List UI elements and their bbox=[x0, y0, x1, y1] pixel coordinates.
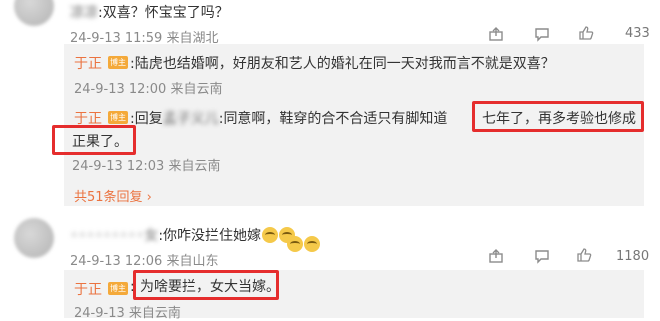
like-count: 433 bbox=[625, 26, 650, 41]
location: 来自云南 bbox=[168, 159, 221, 174]
reply-to-username[interactable]: 孟子义儿 bbox=[163, 111, 219, 127]
emoji-icon bbox=[262, 227, 279, 243]
emoji-icon bbox=[287, 236, 303, 252]
comment-icon[interactable] bbox=[534, 248, 550, 268]
like-icon[interactable] bbox=[578, 25, 594, 45]
reply-meta: 24-9-13 12:03 来自云南 bbox=[72, 155, 221, 174]
highlight-text-2: 正果了。 bbox=[72, 134, 128, 150]
verified-badge: 博主 bbox=[108, 111, 128, 124]
timestamp: 24-9-13 12:03 bbox=[72, 159, 165, 174]
comment-text: ◦◦◦◦◦◦◦◦◦女:你咋没拦住她嫁 bbox=[70, 225, 296, 245]
comment-username[interactable]: 凉凉 bbox=[70, 5, 98, 21]
location: 来自云南 bbox=[128, 306, 181, 321]
reply-body: :陆虎也结婚啊，好朋友和艺人的婚礼在同一天对我而言不就是双喜？ bbox=[130, 56, 555, 72]
reply-body: :回复孟子义儿:同意啊，鞋穿的合不合适只有脚知道 bbox=[130, 111, 448, 127]
emoji-group bbox=[286, 234, 320, 253]
timestamp: 24-9-13 12:06 bbox=[70, 254, 163, 269]
comment-body: 双喜？怀宝宝了吗？ bbox=[102, 5, 229, 21]
highlight-text-1: 七年了，再多考验也修成 bbox=[482, 111, 636, 127]
timestamp: 24-9-13 12:00 bbox=[74, 82, 167, 97]
reply-username[interactable]: 于正 bbox=[74, 282, 102, 298]
comment-text: 凉凉:双喜？怀宝宝了吗？ bbox=[70, 5, 229, 21]
comment-username[interactable]: ◦◦◦◦◦◦◦◦◦女 bbox=[70, 228, 158, 244]
chevron-right-icon: › bbox=[142, 190, 152, 205]
location: 来自山东 bbox=[166, 254, 219, 269]
reply-meta: 24-9-13 来自云南 bbox=[74, 302, 181, 321]
verified-badge: 博主 bbox=[108, 282, 128, 295]
highlight-text: 为啥要拦，女大当嫁。 bbox=[140, 279, 280, 295]
timestamp: 24-9-13 bbox=[74, 306, 125, 321]
location: 来自云南 bbox=[170, 82, 223, 97]
more-replies-link[interactable]: 共51条回复 › bbox=[74, 186, 152, 205]
reply-1: 于正 bbox=[74, 53, 102, 73]
reply-username[interactable]: 于正 bbox=[74, 56, 102, 72]
comment-body: 你咋没拦住她嫁 bbox=[163, 228, 262, 244]
reply-3: 于正 bbox=[74, 279, 102, 299]
verified-badge: 博主 bbox=[108, 56, 128, 69]
emoji-icon bbox=[304, 236, 320, 252]
like-count: 1180 bbox=[616, 249, 650, 264]
comment-meta: 24-9-13 12:06 来自山东 bbox=[70, 250, 219, 269]
avatar[interactable] bbox=[14, 218, 54, 258]
comment-icon[interactable] bbox=[534, 26, 550, 46]
share-icon[interactable] bbox=[488, 248, 504, 268]
share-icon[interactable] bbox=[488, 26, 504, 46]
avatar[interactable] bbox=[14, 0, 54, 26]
reply-meta: 24-9-13 12:00 来自云南 bbox=[74, 78, 223, 97]
like-icon[interactable] bbox=[576, 247, 592, 267]
